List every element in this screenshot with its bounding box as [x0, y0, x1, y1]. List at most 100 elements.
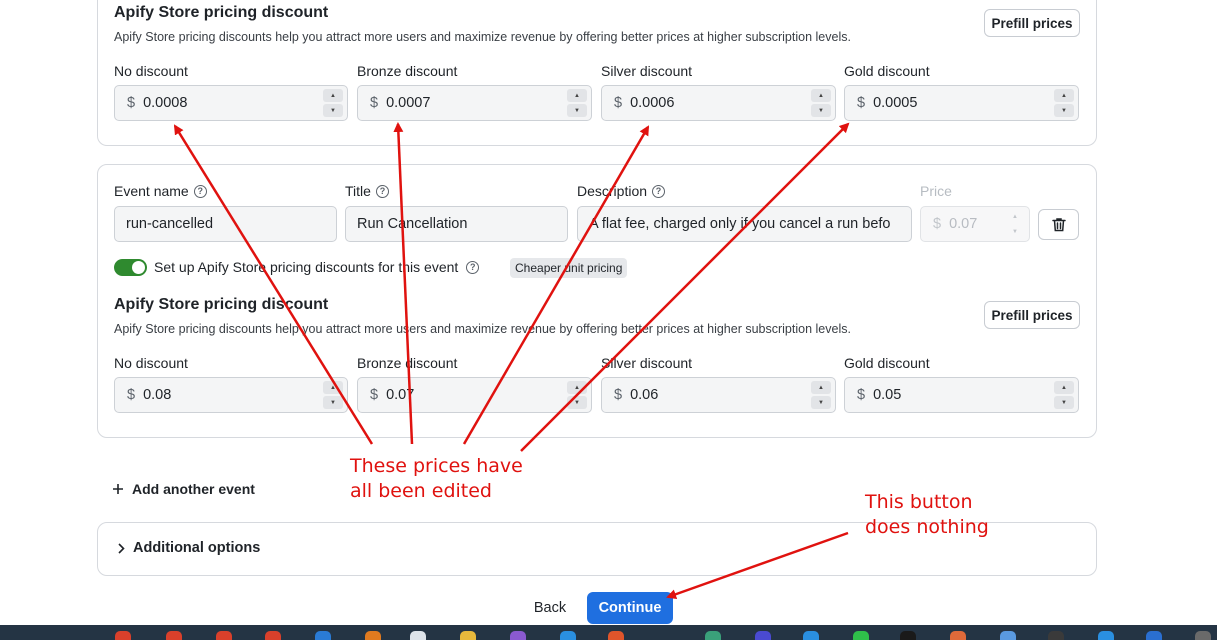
taskbar-app-icon[interactable]	[803, 631, 819, 640]
prices-edited-annotation: These prices have all been edited	[350, 455, 523, 502]
step-up-icon[interactable]: ▲	[567, 89, 587, 102]
taskbar-app-icon[interactable]	[365, 631, 381, 640]
delete-event-button[interactable]	[1038, 209, 1079, 240]
currency-symbol: $	[127, 387, 136, 403]
taskbar-app-icon[interactable]	[166, 631, 182, 640]
taskbar-app-icon[interactable]	[510, 631, 526, 640]
step-up-icon[interactable]: ▲	[1054, 89, 1074, 102]
number-stepper[interactable]: ▲ ▼	[567, 381, 587, 409]
taskbar-app-icon[interactable]	[853, 631, 869, 640]
help-icon[interactable]: ?	[193, 184, 207, 198]
additional-options-toggle[interactable]: Additional options	[117, 540, 260, 556]
step-up-icon[interactable]: ▲	[323, 89, 343, 102]
number-stepper[interactable]: ▲ ▼	[323, 381, 343, 409]
taskbar-app-icon[interactable]	[608, 631, 624, 640]
number-stepper[interactable]: ▲ ▼	[811, 89, 831, 117]
event-prefill-prices-button[interactable]: Prefill prices	[984, 301, 1080, 329]
step-down-icon[interactable]: ▼	[323, 396, 343, 409]
taskbar-app-icon[interactable]	[1000, 631, 1016, 640]
number-stepper[interactable]: ▲ ▼	[1054, 381, 1074, 409]
button-does-nothing-annotation: This button does nothing	[865, 491, 989, 538]
top-tier-label-gold: Gold discount	[844, 63, 930, 79]
taskbar-app-icon[interactable]	[900, 631, 916, 640]
taskbar-app-icon[interactable]	[460, 631, 476, 640]
event-name-input[interactable]: run-cancelled	[114, 206, 337, 242]
number-stepper[interactable]: ▲ ▼	[1054, 89, 1074, 117]
taskbar-app-icon[interactable]	[755, 631, 771, 640]
add-another-event-button[interactable]: Add another event	[112, 481, 255, 497]
event-description-input[interactable]: A flat fee, charged only if you cancel a…	[577, 206, 912, 242]
taskbar-app-icon[interactable]	[1195, 631, 1211, 640]
taskbar-app-icon[interactable]	[410, 631, 426, 640]
step-up-icon[interactable]: ▲	[323, 381, 343, 394]
cheaper-unit-pricing-tag: Cheaper unit pricing	[510, 258, 628, 278]
currency-symbol: $	[370, 387, 379, 403]
price-value: 0.0005	[873, 95, 918, 111]
step-up-icon[interactable]: ▲	[811, 89, 831, 102]
price-value: 0.0007	[386, 95, 431, 111]
step-down-icon[interactable]: ▼	[323, 104, 343, 117]
taskbar-app-icon[interactable]	[705, 631, 721, 640]
taskbar-app-icon[interactable]	[1146, 631, 1162, 640]
step-down-icon: ▼	[1012, 228, 1018, 235]
taskbar-app-icon[interactable]	[265, 631, 281, 640]
event-name-label: Event name?	[114, 183, 207, 199]
taskbar-app-icon[interactable]	[315, 631, 331, 640]
top-tier-label-silver: Silver discount	[601, 63, 693, 79]
event-discount-description: Apify Store pricing discounts help you a…	[114, 322, 851, 336]
price-value: 0.0008	[143, 95, 188, 111]
event-discount-title: Apify Store pricing discount	[114, 296, 329, 313]
price-value: 0.05	[873, 387, 902, 403]
step-down-icon[interactable]: ▼	[811, 396, 831, 409]
number-stepper[interactable]: ▲ ▼	[567, 89, 587, 117]
top-gold-discount-input[interactable]: $ 0.0005 ▲ ▼	[844, 85, 1079, 121]
taskbar-app-icon[interactable]	[1098, 631, 1114, 640]
step-up-icon[interactable]: ▲	[567, 381, 587, 394]
step-down-icon[interactable]: ▼	[811, 104, 831, 117]
taskbar-app-icon[interactable]	[1048, 631, 1064, 640]
event-title-input[interactable]: Run Cancellation	[345, 206, 568, 242]
continue-button[interactable]: Continue	[587, 592, 673, 624]
number-stepper[interactable]: ▲ ▼	[811, 381, 831, 409]
help-icon[interactable]: ?	[466, 260, 480, 274]
event-bronze-discount-input[interactable]: $ 0.07 ▲ ▼	[357, 377, 592, 413]
taskbar-app-icon[interactable]	[950, 631, 966, 640]
step-up-icon[interactable]: ▲	[811, 381, 831, 394]
top-prefill-prices-button[interactable]: Prefill prices	[984, 9, 1080, 37]
currency-symbol: $	[127, 95, 136, 111]
taskbar-app-icon[interactable]	[216, 631, 232, 640]
step-up-icon: ▲	[1012, 213, 1018, 220]
event-no-discount-input[interactable]: $ 0.08 ▲ ▼	[114, 377, 348, 413]
number-stepper[interactable]: ▲ ▼	[323, 89, 343, 117]
top-tier-label-no-discount: No discount	[114, 63, 188, 79]
plus-icon	[113, 484, 123, 494]
help-icon[interactable]: ?	[375, 184, 389, 198]
number-stepper: ▲ ▼	[1005, 210, 1025, 238]
top-no-discount-input[interactable]: $ 0.0008 ▲ ▼	[114, 85, 348, 121]
event-title-label: Title?	[345, 183, 389, 199]
currency-symbol: $	[614, 95, 623, 111]
additional-options-label: Additional options	[133, 540, 261, 556]
event-tier-label-gold: Gold discount	[844, 355, 930, 371]
step-down-icon[interactable]: ▼	[1054, 396, 1074, 409]
event-price-label: Price	[920, 183, 952, 199]
taskbar-app-icon[interactable]	[115, 631, 131, 640]
event-silver-discount-input[interactable]: $ 0.06 ▲ ▼	[601, 377, 836, 413]
step-up-icon[interactable]: ▲	[1054, 381, 1074, 394]
top-silver-discount-input[interactable]: $ 0.0006 ▲ ▼	[601, 85, 836, 121]
step-down-icon[interactable]: ▼	[567, 104, 587, 117]
price-value: 0.06	[630, 387, 659, 403]
top-discount-description: Apify Store pricing discounts help you a…	[114, 30, 851, 44]
price-value: 0.07	[949, 216, 978, 232]
price-value: 0.0006	[630, 95, 675, 111]
step-down-icon[interactable]: ▼	[567, 396, 587, 409]
back-button[interactable]: Back	[524, 593, 576, 623]
event-gold-discount-input[interactable]: $ 0.05 ▲ ▼	[844, 377, 1079, 413]
top-bronze-discount-input[interactable]: $ 0.0007 ▲ ▼	[357, 85, 592, 121]
discount-toggle[interactable]	[114, 259, 147, 276]
add-another-event-label: Add another event	[132, 481, 255, 497]
taskbar-app-icon[interactable]	[560, 631, 576, 640]
help-icon[interactable]: ?	[652, 184, 666, 198]
currency-symbol: $	[857, 95, 866, 111]
step-down-icon[interactable]: ▼	[1054, 104, 1074, 117]
